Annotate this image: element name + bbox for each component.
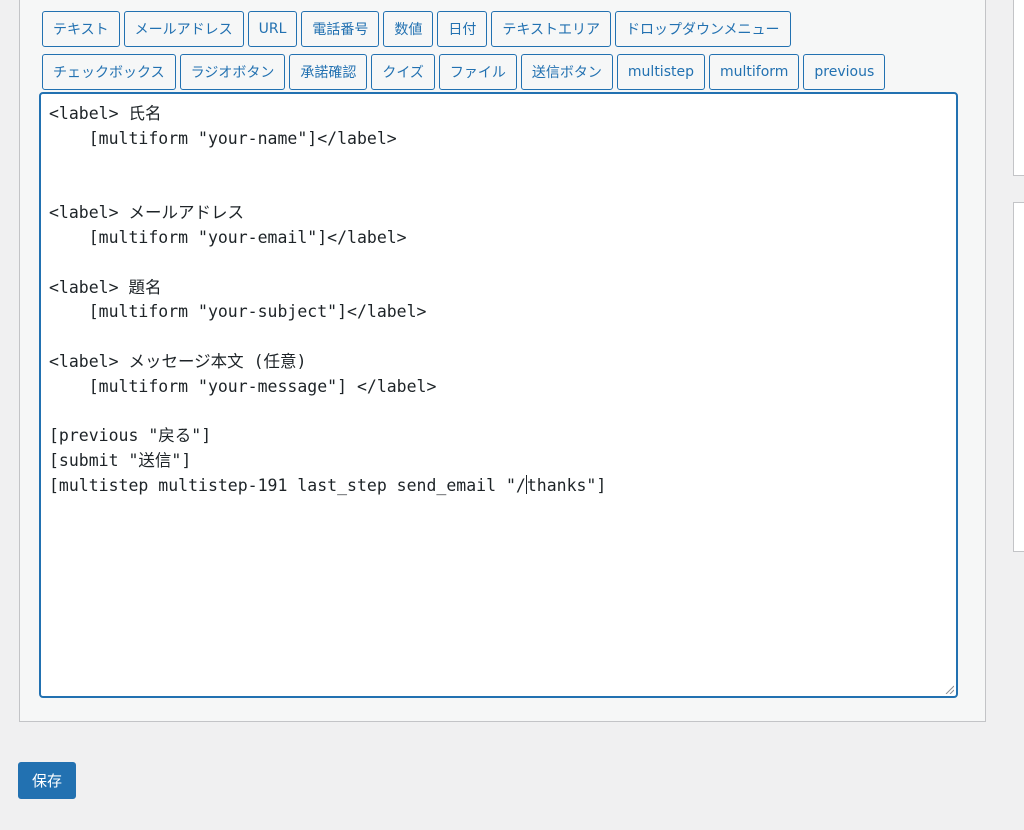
tag-generator-row-1: テキスト メールアドレス URL 電話番号 数値 日付 テキストエリア ドロップ… <box>42 11 791 47</box>
form-template-textarea[interactable]: <label> 氏名 [multiform "your-name"]</labe… <box>39 92 958 698</box>
code-line: <label> 氏名 <box>49 104 162 123</box>
sidebar-box-top <box>1013 0 1024 176</box>
code-line: [multiform "your-name"]</label> <box>49 128 397 148</box>
resize-grip-icon[interactable] <box>944 684 954 694</box>
tag-button-file[interactable]: ファイル <box>438 54 517 90</box>
code-line: <label> メッセージ本文 (任意) <box>49 351 307 371</box>
tag-button-dropdown[interactable]: ドロップダウンメニュー <box>614 11 791 47</box>
tag-button-checkbox[interactable]: チェックボックス <box>42 54 176 90</box>
tag-generator-row-2: チェックボックス ラジオボタン 承諾確認 クイズ ファイル 送信ボタン mult… <box>42 54 886 90</box>
save-button[interactable]: 保存 <box>18 762 77 799</box>
code-line: [multiform "your-subject"]</label> <box>49 302 427 322</box>
tag-button-multiform[interactable]: multiform <box>708 54 800 90</box>
code-line-with-caret: [multistep multistep-191 last_step send_… <box>49 474 948 499</box>
tag-button-email[interactable]: メールアドレス <box>123 11 244 47</box>
code-line: [submit "送信"] <box>49 451 192 471</box>
tag-button-previous[interactable]: previous <box>803 54 886 90</box>
tag-button-number[interactable]: 数値 <box>383 11 434 47</box>
tag-button-text[interactable]: テキスト <box>42 11 120 47</box>
code-text-after-caret: thanks"] <box>526 475 607 495</box>
sidebar-box-bottom <box>1013 202 1024 552</box>
tag-button-date[interactable]: 日付 <box>437 11 488 47</box>
tag-button-submit[interactable]: 送信ボタン <box>520 54 613 90</box>
code-line: [multiform "your-message"] </label> <box>49 376 437 396</box>
code-line: <label> メールアドレス <box>49 203 244 223</box>
tag-button-tel[interactable]: 電話番号 <box>301 11 380 47</box>
tag-button-url[interactable]: URL <box>247 11 298 47</box>
tag-button-textarea[interactable]: テキストエリア <box>491 11 611 47</box>
code-line: <label> 題名 <box>49 277 162 297</box>
code-text-before-caret: [multistep multistep-191 last_step send_… <box>49 475 526 495</box>
tag-button-acceptance[interactable]: 承諾確認 <box>289 54 368 90</box>
tag-button-radio[interactable]: ラジオボタン <box>179 54 286 90</box>
contact-form-editor-page: テキスト メールアドレス URL 電話番号 数値 日付 テキストエリア ドロップ… <box>0 0 1024 830</box>
code-line: [previous "戻る"] <box>49 426 212 446</box>
tag-button-quiz[interactable]: クイズ <box>371 54 435 90</box>
code-line: [multiform "your-email"]</label> <box>49 227 407 247</box>
tag-button-multistep[interactable]: multistep <box>616 54 705 90</box>
